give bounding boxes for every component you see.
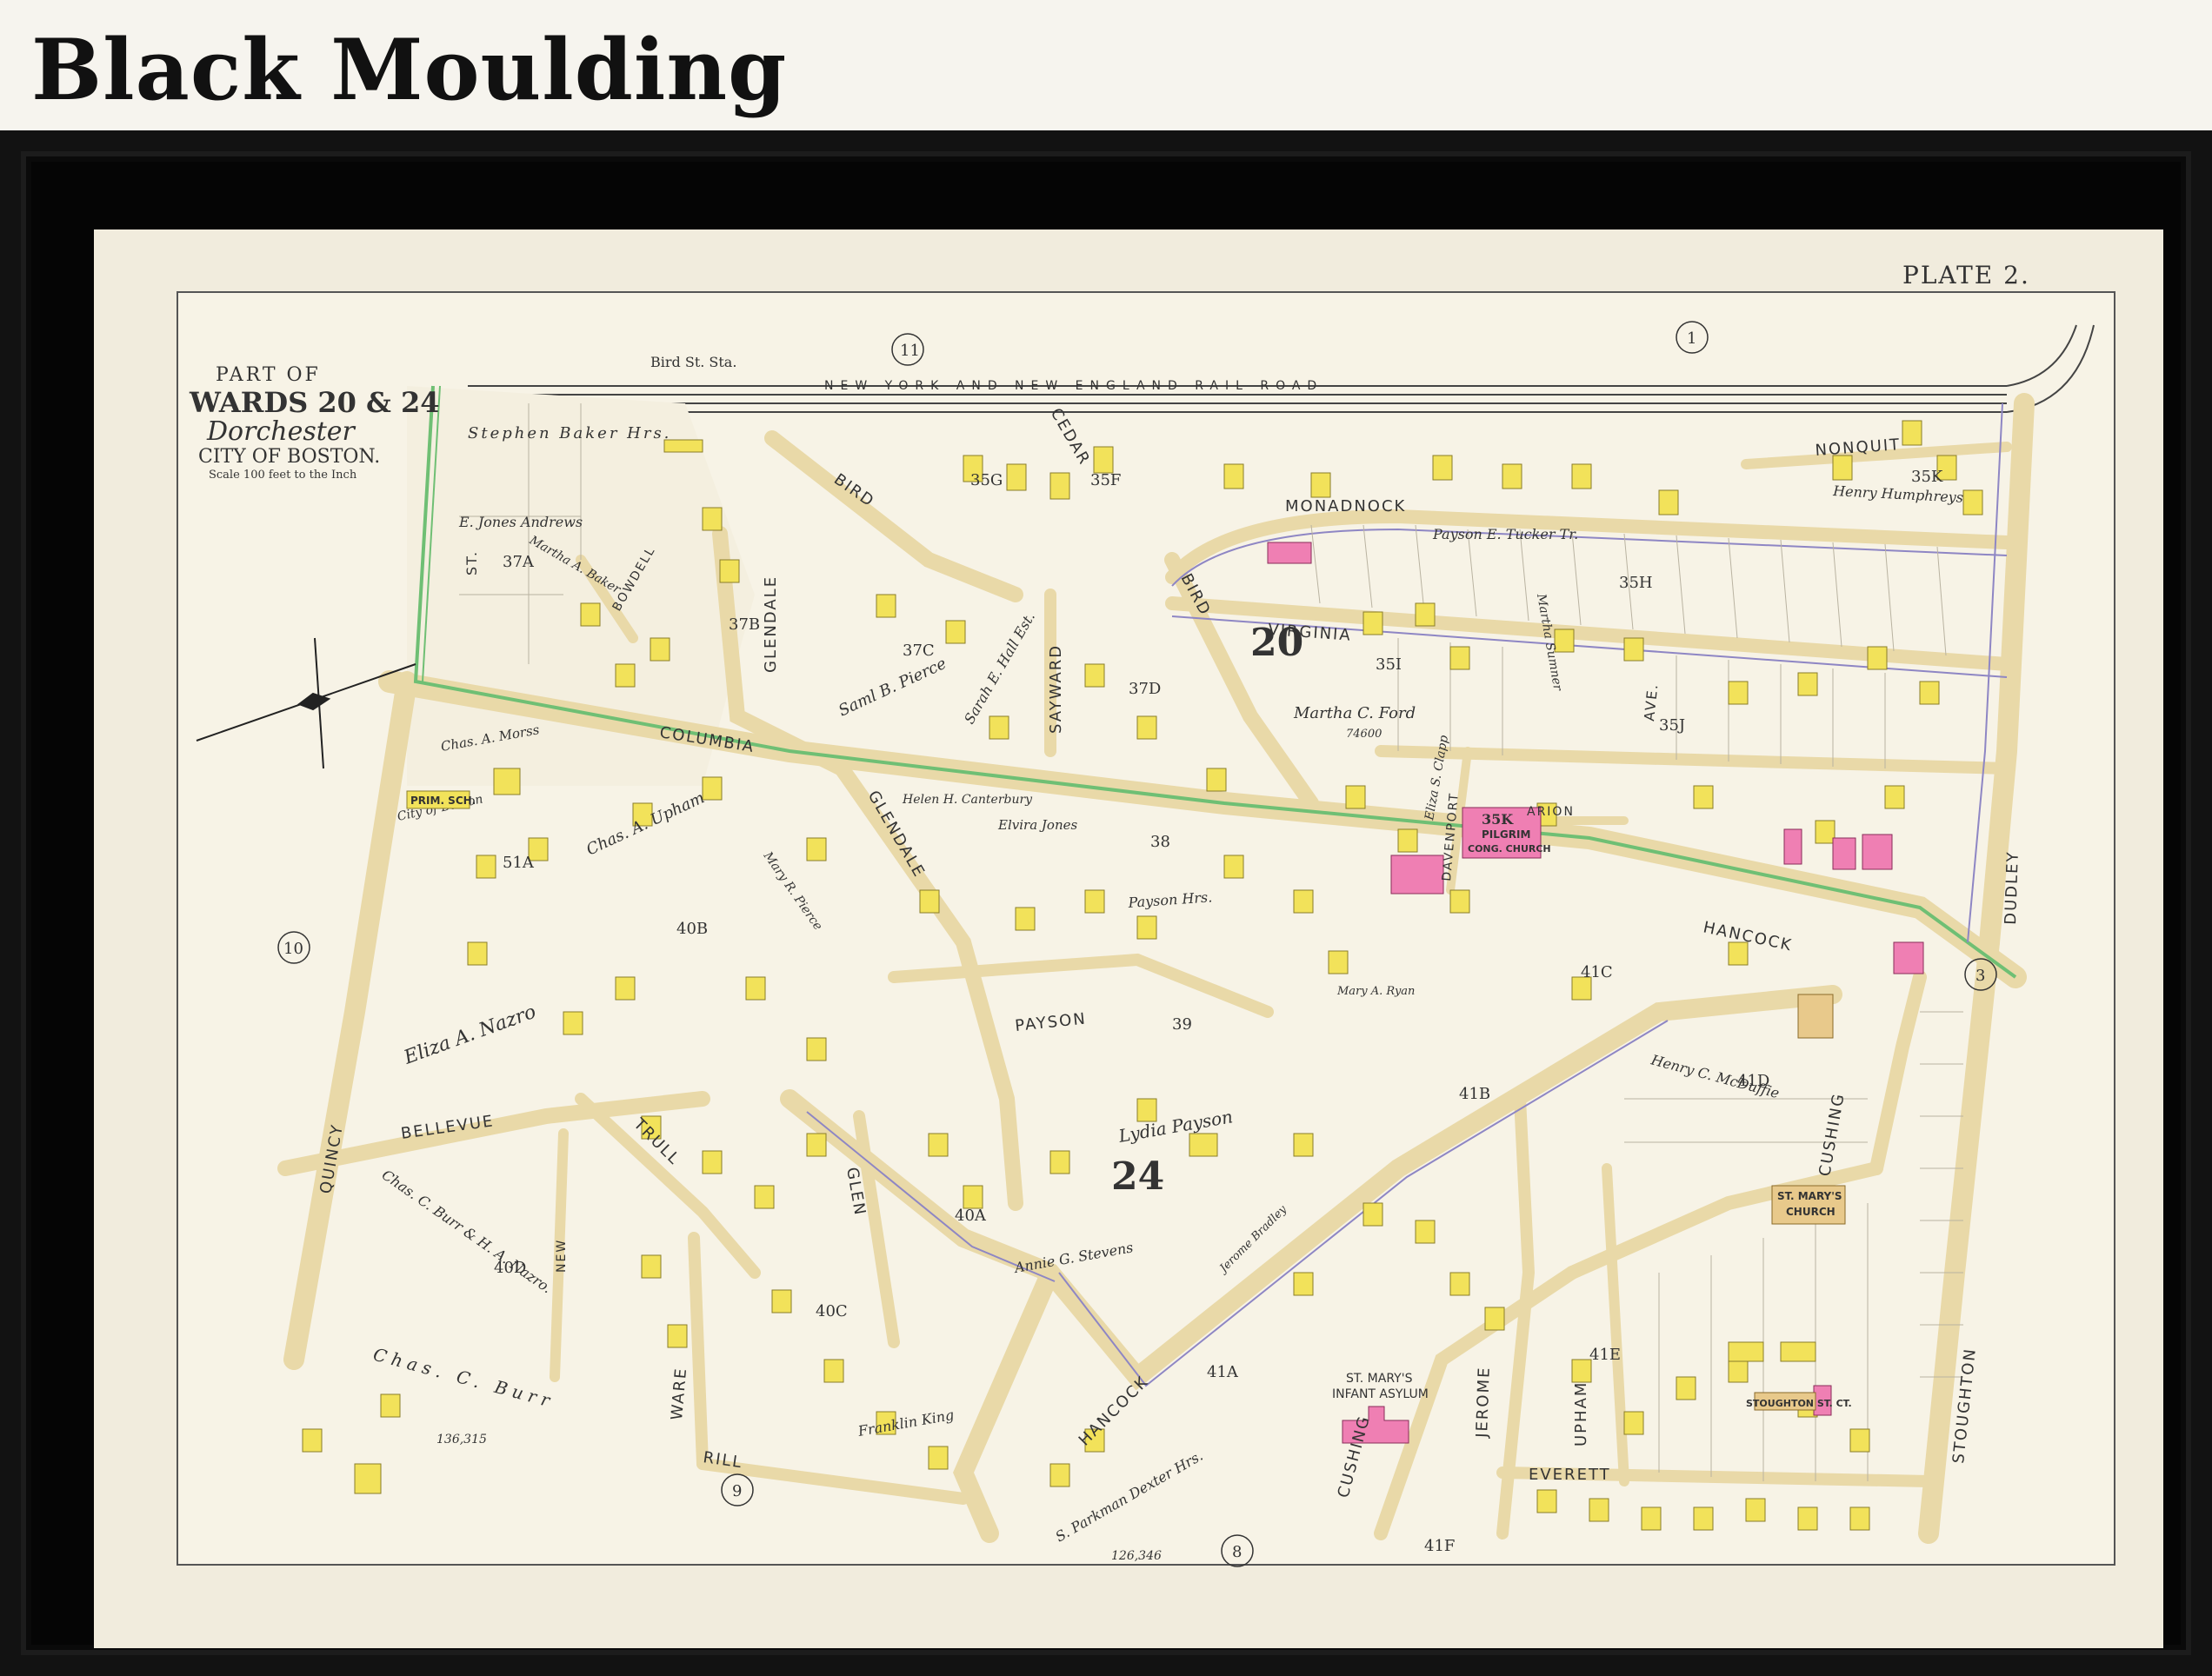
plate-ref-8: 8 <box>1232 1543 1242 1561</box>
block-label: 35G <box>970 471 1003 489</box>
owner-label: E. Jones Andrews <box>458 514 583 530</box>
block-label: 41A <box>1207 1363 1239 1381</box>
block-label: 38 <box>1150 833 1170 851</box>
plate-ref-10: 10 <box>283 940 303 958</box>
plate-ref-1: 1 <box>1687 329 1696 348</box>
block-label: 41E <box>1589 1346 1621 1364</box>
church-label: PILGRIM <box>1482 828 1530 841</box>
street-upham: UPHAM <box>1572 1381 1590 1447</box>
block-label: 40B <box>676 920 708 938</box>
street-monadnock: MONADNOCK <box>1285 497 1406 515</box>
matted-map-print: PLATE 2. PART OF WARDS 20 & 24 Dorcheste… <box>94 229 2163 1648</box>
block-label: 40A <box>955 1207 987 1225</box>
block-label: 37C <box>903 642 935 660</box>
plate-number: PLATE 2. <box>1902 261 2030 289</box>
title-part-of: PART OF <box>216 364 321 386</box>
plate-ref-3: 3 <box>1975 967 1985 985</box>
street-dudley: DUDLEY <box>2002 850 2022 925</box>
block-label: 37B <box>729 615 760 634</box>
plate-ref-9: 9 <box>732 1482 742 1500</box>
block-label: 39 <box>1172 1015 1192 1034</box>
block-label: 41B <box>1459 1085 1490 1103</box>
page-heading: Black Moulding <box>31 21 788 119</box>
asylum-label: ST. MARY'S <box>1346 1372 1413 1386</box>
block-label: 35F <box>1090 471 1121 489</box>
block-label: 35I <box>1376 655 1402 674</box>
owner-label: 136,315 <box>436 1433 487 1447</box>
title-dorchester: Dorchester <box>206 416 356 447</box>
school-label: PRIM. SCH. <box>410 795 476 807</box>
block-label: 40C <box>816 1302 848 1320</box>
street-sayward: SAYWARD <box>1047 644 1065 734</box>
map-plate: PLATE 2. PART OF WARDS 20 & 24 Dorcheste… <box>94 229 2163 1648</box>
owner-label: Payson E. Tucker Tr. <box>1432 526 1578 542</box>
owner-label: Mary A. Ryan <box>1336 985 1415 998</box>
ward-number-24: 24 <box>1111 1154 1164 1199</box>
church-label: CONG. CHURCH <box>1468 843 1551 855</box>
church-label: ST. MARY'S <box>1777 1190 1842 1202</box>
block-label: 35J <box>1659 716 1685 735</box>
court-label: STOUGHTON ST. CT. <box>1746 1398 1852 1409</box>
street-st: ST. <box>463 550 480 575</box>
frame-moulding: PLATE 2. PART OF WARDS 20 & 24 Dorcheste… <box>21 151 2191 1655</box>
block-label: 41C <box>1581 963 1613 981</box>
owner-label: Stephen Baker Hrs. <box>468 424 671 442</box>
owner-label: Helen H. Canterbury <box>902 793 1033 807</box>
street-everett: EVERETT <box>1529 1466 1611 1484</box>
block-label: 37D <box>1129 680 1161 698</box>
plate-ref-11: 11 <box>900 342 920 360</box>
asylum-label: INFANT ASYLUM <box>1332 1387 1429 1401</box>
owner-label: 126,346 <box>1111 1549 1162 1563</box>
owner-label: 74600 <box>1346 728 1382 741</box>
street-arion: ARION <box>1527 805 1575 819</box>
street-jerome: JEROME <box>1473 1366 1494 1439</box>
street-glendale-north: GLENDALE <box>762 575 780 673</box>
title-wards: WARDS 20 & 24 <box>189 386 440 419</box>
owner-label: Martha C. Ford <box>1293 704 1416 722</box>
scale-note: Scale 100 feet to the Inch <box>209 469 357 482</box>
black-frame: PLATE 2. PART OF WARDS 20 & 24 Dorcheste… <box>0 130 2212 1676</box>
block-label: 41F <box>1424 1537 1455 1555</box>
owner-label: Elvira Jones <box>997 817 1077 833</box>
station-label: Bird St. Sta. <box>650 354 736 370</box>
street-new: NEW <box>555 1239 569 1273</box>
title-city: CITY OF BOSTON. <box>198 446 380 468</box>
block-label: 35K <box>1911 468 1943 486</box>
church-block-label: 35K <box>1482 811 1514 828</box>
church-label: CHURCH <box>1786 1206 1836 1218</box>
block-label: 51A <box>503 854 535 872</box>
railroad-label: NEW YORK AND NEW ENGLAND RAIL ROAD <box>824 379 1323 393</box>
block-label: 35H <box>1619 574 1653 592</box>
block-label: 37A <box>503 553 535 571</box>
